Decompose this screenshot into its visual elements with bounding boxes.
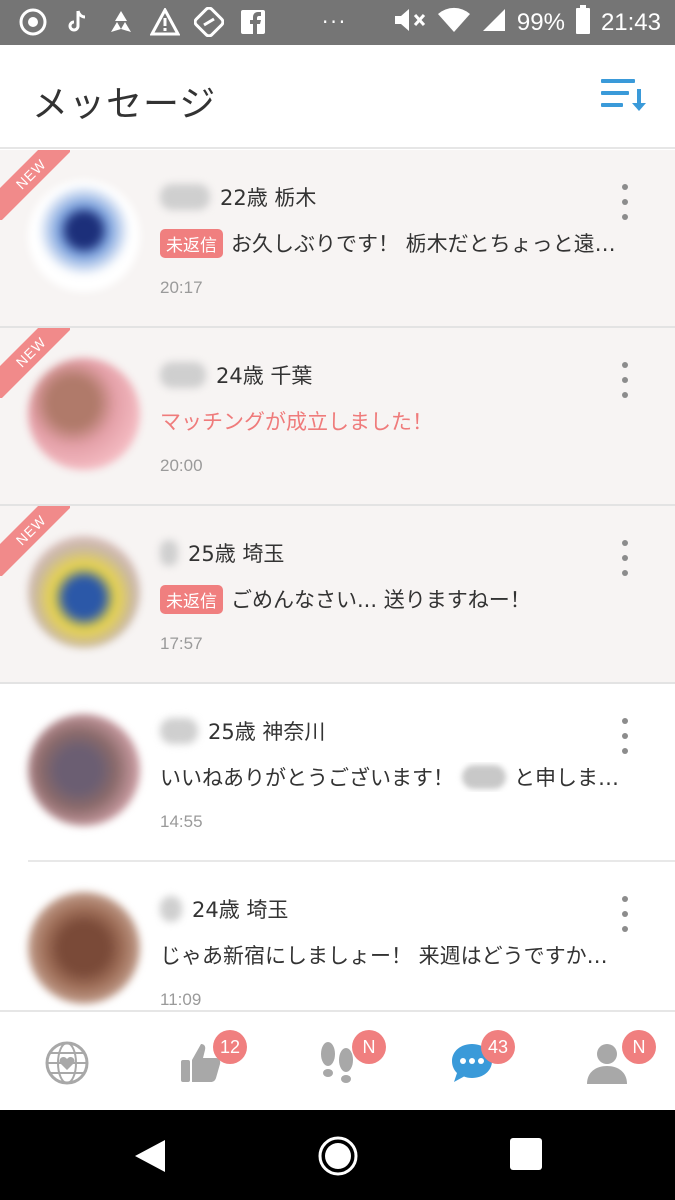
bottom-tab-bar: 12 N 43 N	[0, 1010, 675, 1110]
message-row[interactable]: NEW 25歳 埼玉 未返信 ごめんなさい... 送りますねー！ 17:57	[0, 506, 675, 684]
blurred-name	[160, 540, 178, 566]
avatar[interactable]	[28, 358, 140, 470]
facebook-icon	[238, 7, 268, 37]
page-title: メッセージ	[32, 84, 217, 125]
recent-apps-icon[interactable]	[510, 1138, 542, 1170]
avatar[interactable]	[28, 714, 140, 826]
mute-icon	[393, 6, 427, 40]
recycle-icon	[106, 7, 136, 37]
message-preview: 未返信 ごめんなさい... 送りますねー！	[160, 584, 650, 614]
message-list: NEW 22歳 栃木 未返信 お久しぶりです！ 栃木だとちょっと遠… 20:17…	[0, 150, 675, 1040]
globe-heart-icon	[45, 1041, 89, 1085]
message-preview: マッチングが成立しました！	[160, 410, 433, 434]
blurred-name	[160, 362, 206, 388]
name-line: 24歳 千葉	[160, 360, 312, 390]
avatar[interactable]	[28, 892, 140, 1004]
app-header: メッセージ	[0, 45, 675, 149]
battery-icon	[575, 4, 591, 41]
tab-search[interactable]	[0, 1012, 135, 1112]
tab-messages[interactable]: 43	[405, 1012, 540, 1112]
tab-profile[interactable]: N	[540, 1012, 675, 1112]
tab-footprints[interactable]: N	[270, 1012, 405, 1112]
status-bar: ··· 99% 21:43	[0, 0, 675, 45]
age-location: 22歳 栃木	[220, 186, 317, 210]
wifi-icon	[437, 6, 471, 40]
unreplied-badge: 未返信	[160, 584, 223, 614]
message-preview: 未返信 お久しぶりです！ 栃木だとちょっと遠…	[160, 228, 650, 258]
more-options-button[interactable]	[613, 540, 637, 576]
blurred-name	[160, 896, 182, 922]
system-nav-bar	[0, 1110, 675, 1200]
more-options-button[interactable]	[613, 362, 637, 398]
home-icon[interactable]	[317, 1135, 359, 1177]
sort-icon	[601, 79, 646, 111]
more-notifications-icon: ···	[322, 10, 348, 34]
message-row[interactable]: NEW 24歳 千葉 マッチングが成立しました！ 20:00	[0, 328, 675, 506]
name-line: 25歳 神奈川	[160, 716, 325, 746]
message-row[interactable]: NEW 22歳 栃木 未返信 お久しぶりです！ 栃木だとちょっと遠… 20:17	[0, 150, 675, 328]
name-line: 22歳 栃木	[160, 182, 316, 212]
message-time: 17:57	[160, 634, 203, 653]
age-location: 24歳 千葉	[216, 364, 313, 388]
avatar[interactable]	[28, 180, 140, 292]
age-location: 24歳 埼玉	[192, 898, 289, 922]
message-time: 20:17	[160, 278, 203, 297]
message-time: 20:00	[160, 456, 203, 475]
message-time: 14:55	[160, 812, 203, 831]
battery-percent: 99%	[516, 8, 565, 36]
blurred-name-inline	[462, 765, 506, 789]
message-preview: じゃあ新宿にしましょー！ 来週はどうですか…	[160, 944, 608, 968]
age-location: 25歳 埼玉	[188, 542, 285, 566]
chrome-icon	[18, 7, 48, 37]
signal-icon	[481, 7, 507, 39]
sort-button[interactable]	[599, 75, 647, 115]
profile-badge: N	[622, 1030, 656, 1064]
message-time: 11:09	[160, 990, 202, 1009]
footprints-badge: N	[352, 1030, 386, 1064]
unreplied-badge: 未返信	[160, 228, 223, 258]
avatar[interactable]	[28, 536, 140, 648]
message-preview: いいねありがとうございます！ と申しま…	[160, 765, 619, 790]
message-row[interactable]: 25歳 神奈川 いいねありがとうございます！ と申しま… 14:55	[28, 684, 675, 862]
name-line: 24歳 埼玉	[160, 894, 288, 924]
name-line: 25歳 埼玉	[160, 538, 284, 568]
tab-likes[interactable]: 12	[135, 1012, 270, 1112]
clock: 21:43	[600, 8, 661, 36]
messages-badge: 43	[481, 1030, 515, 1064]
warning-app-icon	[150, 7, 180, 37]
more-options-button[interactable]	[613, 896, 637, 932]
likes-badge: 12	[213, 1030, 247, 1064]
blurred-name	[160, 184, 210, 210]
link-app-icon	[194, 7, 224, 37]
more-options-button[interactable]	[613, 718, 637, 754]
age-location: 25歳 神奈川	[208, 720, 326, 744]
blurred-name	[160, 718, 198, 744]
tiktok-icon	[62, 7, 92, 37]
more-options-button[interactable]	[613, 184, 637, 220]
back-icon[interactable]	[133, 1138, 167, 1174]
